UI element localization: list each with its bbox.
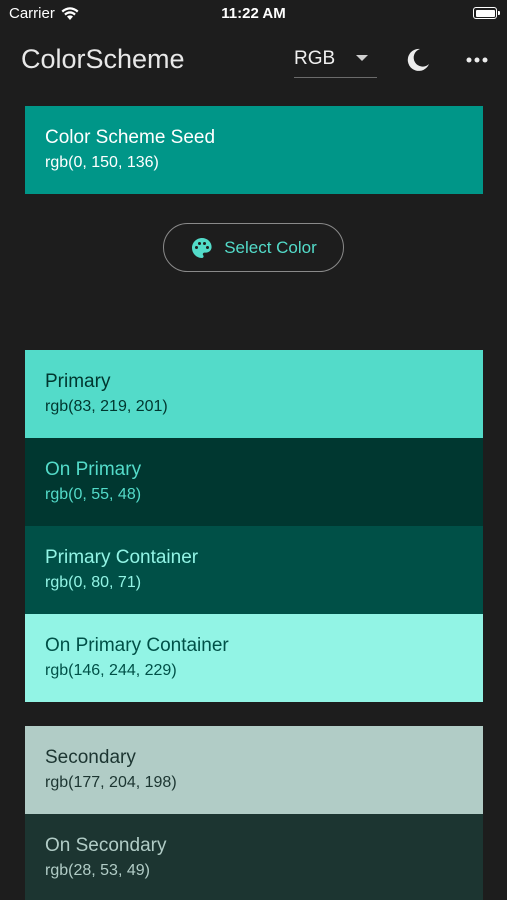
swatch-on-primary: On Primary rgb(0, 55, 48)	[25, 438, 483, 526]
swatch-value: rgb(146, 244, 229)	[45, 662, 177, 679]
swatch-value: rgb(177, 204, 198)	[45, 774, 177, 791]
swatch-on-secondary: On Secondary rgb(28, 53, 49)	[25, 814, 483, 900]
swatch-value: rgb(0, 80, 71)	[45, 574, 142, 591]
swatch-value: rgb(83, 219, 201)	[45, 398, 168, 415]
color-format-value: RGB	[294, 48, 336, 69]
swatch-name: Secondary	[45, 747, 136, 768]
swatch-primary-container: Primary Container rgb(0, 80, 71)	[25, 526, 483, 614]
app-bar: ColorScheme RGB	[0, 28, 507, 94]
more-horiz-icon	[466, 57, 488, 63]
palette-icon	[192, 237, 212, 258]
more-options-button[interactable]	[463, 46, 491, 74]
app-title: ColorScheme	[21, 44, 185, 74]
select-color-label: Select Color	[224, 237, 317, 257]
dark-mode-icon	[407, 48, 429, 71]
swatch-value: rgb(0, 55, 48)	[45, 486, 142, 503]
dropdown-arrow-icon	[356, 55, 368, 61]
seed-color-card: Color Scheme Seed rgb(0, 150, 136)	[25, 106, 483, 194]
clock: 11:22 AM	[221, 5, 286, 22]
select-color-button[interactable]: Select Color	[163, 223, 344, 272]
seed-color-value: rgb(0, 150, 136)	[45, 154, 159, 171]
swatch-secondary: Secondary rgb(177, 204, 198)	[25, 726, 483, 814]
swatch-primary: Primary rgb(83, 219, 201)	[25, 350, 483, 438]
color-format-dropdown[interactable]: RGB	[294, 44, 377, 78]
swatch-name: On Secondary	[45, 835, 167, 856]
swatch-name: Primary	[45, 371, 111, 392]
swatch-value: rgb(28, 53, 49)	[45, 862, 150, 879]
theme-toggle-button[interactable]	[404, 46, 432, 74]
swatch-on-primary-container: On Primary Container rgb(146, 244, 229)	[25, 614, 483, 702]
swatch-name: On Primary Container	[45, 635, 229, 656]
swatch-name: On Primary	[45, 459, 142, 480]
status-bar: Carrier 11:22 AM	[0, 0, 507, 28]
seed-color-name: Color Scheme Seed	[45, 127, 216, 148]
swatch-name: Primary Container	[45, 547, 199, 568]
battery-icon	[473, 7, 500, 19]
